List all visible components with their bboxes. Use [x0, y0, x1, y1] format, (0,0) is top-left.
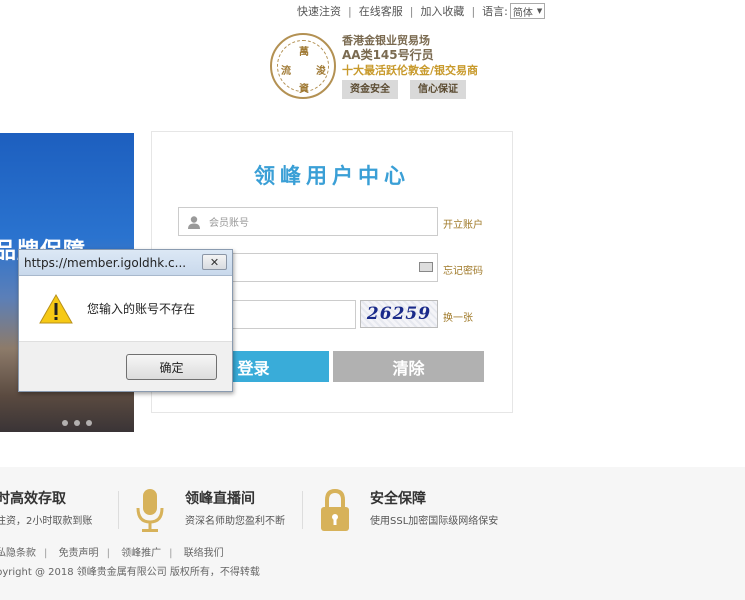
feature-title: 领峰直播间 [185, 491, 255, 507]
separator: | [409, 4, 414, 18]
logo-text: 香港金银业贸易场 AA类145号行员 十大最活跃伦敦金/银交易商 资金安全 信心… [342, 33, 478, 99]
banner-dot[interactable] [62, 420, 68, 426]
feature-live-room[interactable]: 领峰直播间 资深名师助您盈利不断 [133, 488, 285, 534]
separator: | [348, 4, 352, 18]
seal-char: 資 [299, 84, 309, 95]
microphone-icon [133, 488, 167, 534]
logo-line-1: 香港金银业贸易场 [342, 34, 430, 47]
contact-link[interactable]: 联络我们 [184, 548, 224, 559]
keyboard-icon[interactable] [419, 262, 433, 272]
ok-button[interactable]: 确定 [126, 354, 217, 380]
separator: | [471, 4, 476, 18]
banner-dot[interactable] [74, 420, 80, 426]
feature-subtitle: 使用SSL加密国际级网络保安 [370, 516, 499, 527]
alert-dialog: https://member.igoldhk.c... ✕ 您输入的账号不存在 … [18, 249, 233, 392]
captcha-image[interactable]: 26259 [360, 300, 438, 328]
trust-badge: 信心保证 [410, 80, 466, 99]
dialog-title-bar[interactable]: https://member.igoldhk.c... ✕ [19, 250, 232, 276]
promotion-link[interactable]: 领峰推广 [121, 548, 161, 559]
login-title: 领峰用户中心 [254, 164, 410, 188]
disclaimer-link[interactable]: 免责声明 [59, 548, 99, 559]
open-account-link[interactable]: 开立账户 [443, 216, 483, 231]
banner-dot[interactable] [86, 420, 92, 426]
online-service-link[interactable]: 在线客服 [359, 3, 403, 19]
logo-line-2: AA类145号行员 [342, 48, 434, 62]
logo-line-3: 十大最活跃伦敦金/银交易商 [342, 64, 479, 77]
feature-title: 时高效存取 [0, 491, 66, 507]
seal-emblem: 萬 流 浚 資 [270, 33, 336, 99]
language-value: 简体 [512, 7, 533, 19]
dialog-message: 您输入的账号不存在 [87, 302, 196, 316]
feature-subtitle: 资深名师助您盈利不断 [185, 516, 285, 527]
fund-safety-badge: 资金安全 [342, 80, 398, 99]
forgot-password-link[interactable]: 忘记密码 [443, 262, 483, 277]
privacy-link[interactable]: 私隐条款 [0, 548, 36, 559]
warning-icon [39, 293, 73, 324]
chevron-down-icon: ▼ [536, 7, 543, 15]
username-input[interactable]: 会员账号 [178, 207, 438, 236]
copyright: pyright @ 2018 领峰贵金属有限公司 版权所有，不得转载 [0, 567, 260, 578]
close-icon[interactable]: ✕ [202, 254, 227, 270]
feature-title: 安全保障 [370, 491, 426, 507]
add-favorite-link[interactable]: 加入收藏 [420, 3, 464, 19]
clear-button[interactable]: 清除 [333, 351, 484, 382]
seal-char: 浚 [316, 66, 326, 77]
feature-security[interactable]: 安全保障 使用SSL加密国际级网络保安 [318, 488, 498, 534]
feature-subtitle: 注资，2小时取款到账 [0, 516, 93, 527]
dialog-title: https://member.igoldhk.c... [24, 255, 187, 270]
seal-char: 萬 [299, 47, 309, 58]
banner-dots [62, 420, 92, 426]
divider [302, 491, 303, 529]
feature-fast-access: 时高效存取 注资，2小时取款到账 [0, 488, 92, 527]
padlock-icon [318, 488, 352, 534]
user-icon [179, 215, 209, 229]
dialog-body: 您输入的账号不存在 [19, 276, 232, 342]
seal-char: 流 [281, 66, 291, 77]
refresh-captcha-link[interactable]: 换一张 [443, 309, 473, 324]
divider [118, 491, 119, 529]
quick-deposit-link[interactable]: 快速注资 [297, 3, 341, 19]
company-logo[interactable]: 萬 流 浚 資 香港金银业贸易场 AA类145号行员 十大最活跃伦敦金/银交易商… [270, 33, 478, 99]
top-bar: 快速注资 | 在线客服 | 加入收藏 | 语言: 简体 ▼ [297, 3, 546, 19]
username-placeholder: 会员账号 [209, 218, 249, 229]
footer-links: 私隐条款 | 免责声明 | 领峰推广 | 联络我们 [0, 544, 224, 559]
language-label: 语言: [482, 5, 508, 18]
language-select[interactable]: 简体 ▼ [509, 3, 546, 19]
